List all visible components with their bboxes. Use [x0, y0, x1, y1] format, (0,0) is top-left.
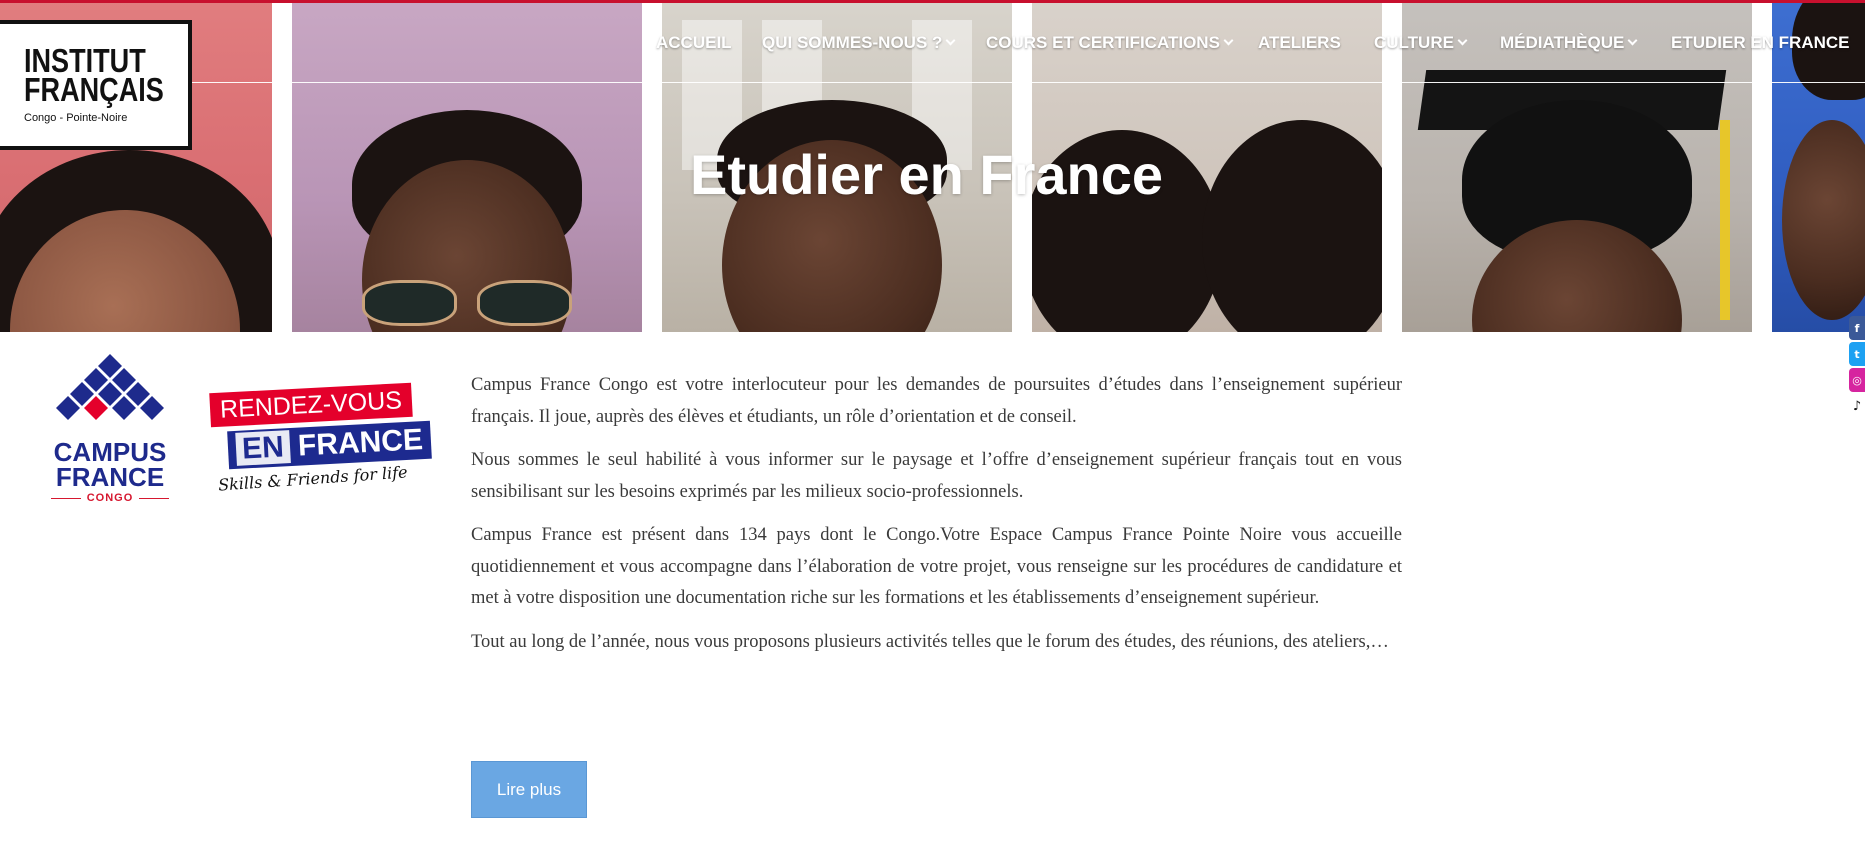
campus-diamonds-icon	[56, 354, 164, 420]
nav-item-ateliers[interactable]: ATELIERS	[1258, 30, 1341, 56]
top-accent-line	[0, 0, 1865, 3]
tiktok-icon[interactable]: ♪	[1849, 394, 1865, 418]
rendez-vous-en-france-logo: RENDEZ-VOUS EN FRANCE Skills & Friends f…	[206, 382, 432, 500]
nav-item-cours-certifications[interactable]: COURS ET CERTIFICATIONS	[986, 30, 1234, 56]
campus-france-logo: CAMPUS FRANCE CONGO	[40, 352, 180, 506]
nav-item-accueil[interactable]: ACCUEIL	[656, 30, 732, 56]
read-more-button[interactable]: Lire plus	[471, 761, 587, 818]
nav-item-etudier-en-france[interactable]: ETUDIER EN FRANCE	[1671, 30, 1850, 56]
chevron-down-icon	[1223, 35, 1234, 46]
social-sidebar: f t ◎ ♪	[1849, 316, 1865, 420]
article-paragraph: Campus France Congo est votre interlocut…	[471, 375, 1402, 427]
rdv-line1: RENDEZ-VOUS	[209, 382, 413, 428]
instagram-icon[interactable]: ◎	[1849, 368, 1865, 392]
page-title: Etudier en France	[690, 143, 1164, 206]
campus-france-wordmark: CAMPUS FRANCE	[53, 437, 167, 492]
main-nav: ACCUEIL QUI SOMMES-NOUS ? COURS ET CERTI…	[0, 30, 1865, 56]
nav-item-mediatheque[interactable]: MÉDIATHÈQUE	[1500, 30, 1638, 56]
hero-banner: ACCUEIL QUI SOMMES-NOUS ? COURS ET CERTI…	[0, 0, 1865, 332]
article-paragraph: Campus France est présent dans 134 pays …	[471, 525, 1402, 608]
chevron-down-icon	[1627, 35, 1638, 46]
chevron-down-icon	[945, 35, 956, 46]
chevron-down-icon	[1457, 35, 1468, 46]
article-paragraph: Nous sommes le seul habilité à vous info…	[471, 450, 1402, 502]
institut-francais-logo[interactable]: INSTITUT FRANÇAIS Congo - Pointe-Noire	[0, 20, 192, 150]
nav-item-culture[interactable]: CULTURE	[1374, 30, 1468, 56]
article-body: Campus France Congo est votre interlocut…	[471, 370, 1402, 670]
logo-subtitle: Congo - Pointe-Noire	[24, 112, 128, 124]
campus-france-country: CONGO	[40, 492, 180, 504]
nav-divider	[192, 82, 1865, 83]
logo-text-line2: FRANÇAIS	[24, 71, 164, 108]
nav-item-qui-sommes-nous[interactable]: QUI SOMMES-NOUS ?	[762, 30, 956, 56]
article-paragraph: Tout au long de l’année, nous vous propo…	[471, 631, 1389, 652]
twitter-icon[interactable]: t	[1849, 342, 1865, 366]
facebook-icon[interactable]: f	[1849, 316, 1865, 340]
